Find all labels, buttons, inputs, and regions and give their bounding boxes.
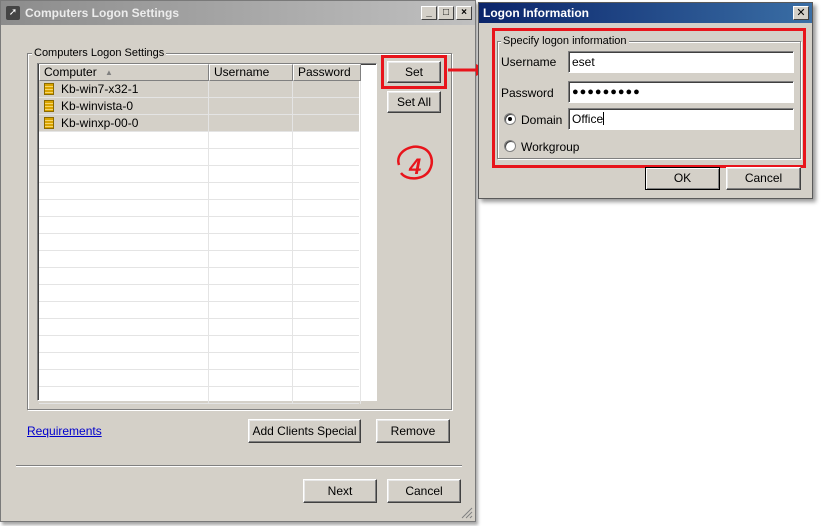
app-icon: ➚ — [6, 6, 20, 20]
requirements-link[interactable]: Requirements — [27, 424, 102, 438]
computer-row[interactable]: Kb-win7-x32-1 — [39, 81, 359, 98]
logon-dialog-title: Logon Information — [483, 6, 589, 20]
cell-computer: Kb-winxp-00-0 — [61, 116, 139, 130]
computer-row[interactable]: Kb-winxp-00-0 — [39, 115, 359, 132]
grid-line — [39, 148, 359, 149]
set-highlight-box — [381, 55, 447, 89]
grid-line — [39, 233, 359, 234]
step-number-text: 4 — [408, 154, 421, 179]
grid-column-line — [292, 81, 293, 404]
computers-logon-settings-window: ➚ Computers Logon Settings _ □ × Compute… — [0, 0, 476, 522]
step-number-badge: 4 — [397, 145, 433, 180]
computer-row[interactable]: Kb-winvista-0 — [39, 98, 359, 115]
grid-line — [39, 369, 359, 370]
set-all-button[interactable]: Set All — [387, 91, 441, 113]
grid-line — [39, 182, 359, 183]
column-username-label: Username — [214, 65, 270, 79]
ok-button[interactable]: OK — [645, 167, 720, 190]
column-header-password[interactable]: Password — [293, 64, 361, 81]
grid-line — [39, 165, 359, 166]
column-header-username[interactable]: Username — [209, 64, 293, 81]
logon-highlight-box — [492, 28, 806, 168]
logon-titlebar[interactable]: Logon Information ✕ — [479, 3, 812, 23]
cancel-button[interactable]: Cancel — [387, 479, 461, 503]
grid-line — [39, 199, 359, 200]
grid-line — [39, 216, 359, 217]
main-titlebar[interactable]: ➚ Computers Logon Settings _ □ × — [1, 1, 475, 25]
cell-computer: Kb-win7-x32-1 — [61, 82, 139, 96]
sort-ascending-icon: ▲ — [105, 68, 113, 77]
grid-line — [39, 284, 359, 285]
add-clients-special-button[interactable]: Add Clients Special — [248, 419, 361, 443]
dialog-close-icon[interactable]: ✕ — [793, 6, 809, 20]
grid-line — [39, 131, 359, 132]
dialog-cancel-button[interactable]: Cancel — [726, 167, 801, 190]
column-header-computer[interactable]: Computer ▲ — [39, 64, 209, 81]
grid-line — [39, 250, 359, 251]
computer-icon — [44, 100, 54, 112]
grid-line — [39, 403, 359, 404]
cell-computer: Kb-winvista-0 — [61, 99, 134, 113]
footer-separator — [16, 465, 462, 467]
next-button[interactable]: Next — [303, 479, 377, 503]
grid-line — [39, 352, 359, 353]
grid-line — [39, 335, 359, 336]
remove-button[interactable]: Remove — [376, 419, 450, 443]
minimize-icon[interactable]: _ — [421, 6, 437, 20]
computers-list[interactable]: Computer ▲ Username Password Kb-win7-x32… — [37, 63, 377, 404]
computer-icon — [44, 83, 54, 95]
column-computer-label: Computer — [44, 65, 97, 79]
grid-line — [39, 386, 359, 387]
grid-column-line — [360, 81, 361, 404]
main-window-title: Computers Logon Settings — [25, 6, 179, 20]
column-password-label: Password — [298, 65, 351, 79]
maximize-icon[interactable]: □ — [438, 6, 454, 20]
grid-line — [39, 318, 359, 319]
grid-line — [39, 267, 359, 268]
size-grip-icon[interactable] — [461, 507, 473, 519]
grid-line — [39, 301, 359, 302]
logon-information-dialog: Logon Information ✕ Specify logon inform… — [478, 2, 813, 199]
computers-group-label: Computers Logon Settings — [32, 47, 167, 59]
grid-column-line — [208, 81, 209, 404]
computer-icon — [44, 117, 54, 129]
close-icon[interactable]: × — [456, 6, 472, 20]
